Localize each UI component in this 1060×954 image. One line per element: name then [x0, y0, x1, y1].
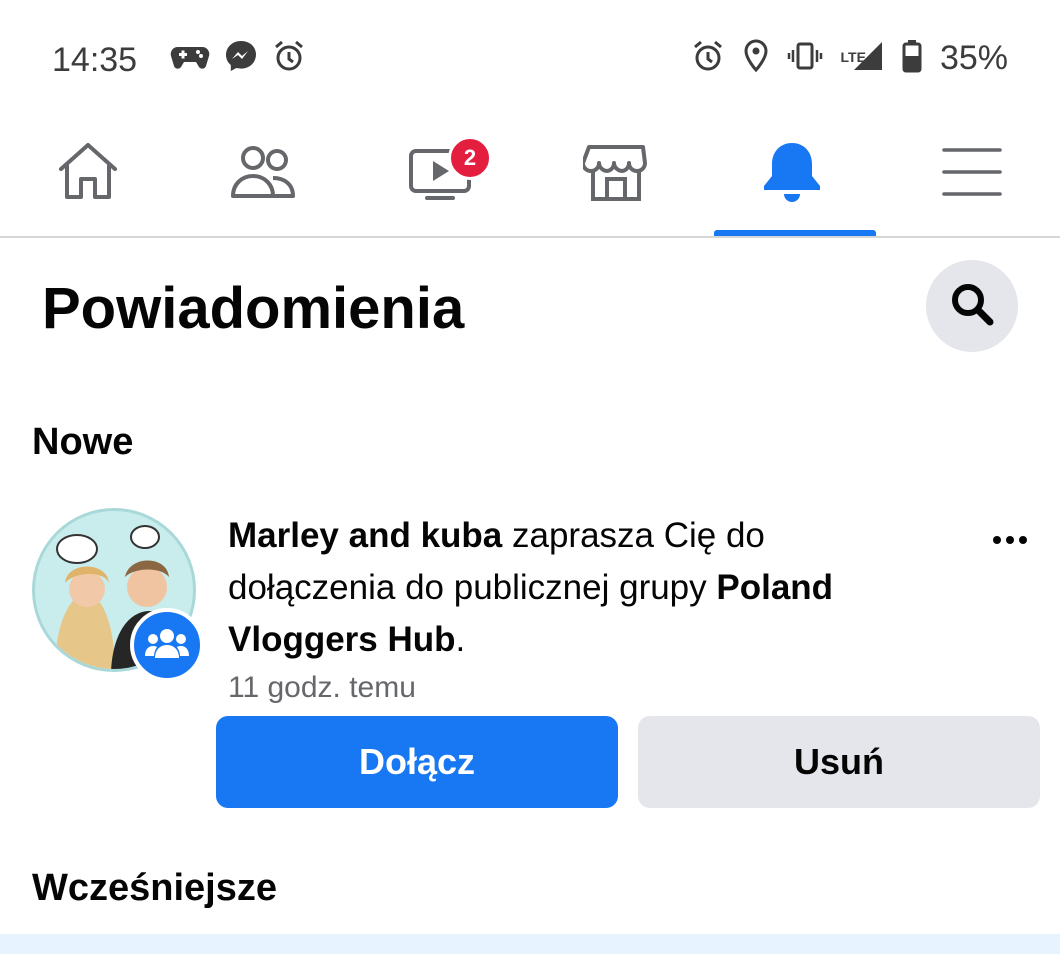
notification-end: . — [455, 620, 466, 659]
status-time: 14:35 — [52, 41, 138, 79]
messenger-icon — [224, 39, 258, 78]
game-controller-icon — [170, 41, 210, 76]
more-options-button[interactable] — [988, 520, 1032, 560]
status-left-icons — [170, 36, 306, 80]
join-button[interactable]: Dołącz — [216, 716, 618, 808]
more-icon — [993, 536, 1027, 544]
friends-icon — [229, 142, 299, 207]
marketplace-icon — [581, 141, 649, 208]
location-icon — [743, 38, 769, 78]
nav-divider — [0, 236, 1060, 238]
notification-actor: Marley and kuba — [228, 516, 503, 555]
watch-badge: 2 — [448, 136, 492, 180]
nav-tab-watch[interactable]: 2 — [352, 112, 528, 236]
notification-text[interactable]: Marley and kuba zaprasza Cię do dołączen… — [228, 510, 928, 666]
vibrate-icon — [787, 41, 823, 76]
search-icon — [949, 281, 995, 332]
bell-icon — [760, 139, 824, 210]
unread-notification-row[interactable] — [0, 934, 1060, 954]
top-nav: 2 — [0, 112, 1060, 236]
section-heading-new: Nowe — [32, 421, 134, 463]
group-badge — [130, 608, 204, 682]
battery-icon — [902, 39, 922, 78]
alarm-icon — [272, 39, 306, 78]
group-icon — [145, 626, 189, 665]
menu-icon — [942, 146, 1002, 203]
notification-time: 11 godz. temu — [228, 671, 416, 704]
battery-percent: 35% — [939, 39, 1008, 77]
search-button[interactable] — [926, 260, 1018, 352]
nav-tab-friends[interactable] — [176, 112, 352, 236]
alarm-icon — [691, 39, 725, 78]
nav-tab-home[interactable] — [0, 112, 176, 236]
status-right: LTE 35% — [691, 36, 1008, 80]
home-icon — [55, 141, 121, 208]
nav-tab-notifications[interactable] — [704, 112, 880, 236]
nav-tab-menu[interactable] — [884, 112, 1060, 236]
page-title: Powiadomienia — [42, 276, 465, 341]
remove-button[interactable]: Usuń — [638, 716, 1040, 808]
section-heading-earlier: Wcześniejsze — [32, 867, 277, 909]
nav-tab-marketplace[interactable] — [528, 112, 704, 236]
network-type: LTE — [840, 48, 866, 65]
